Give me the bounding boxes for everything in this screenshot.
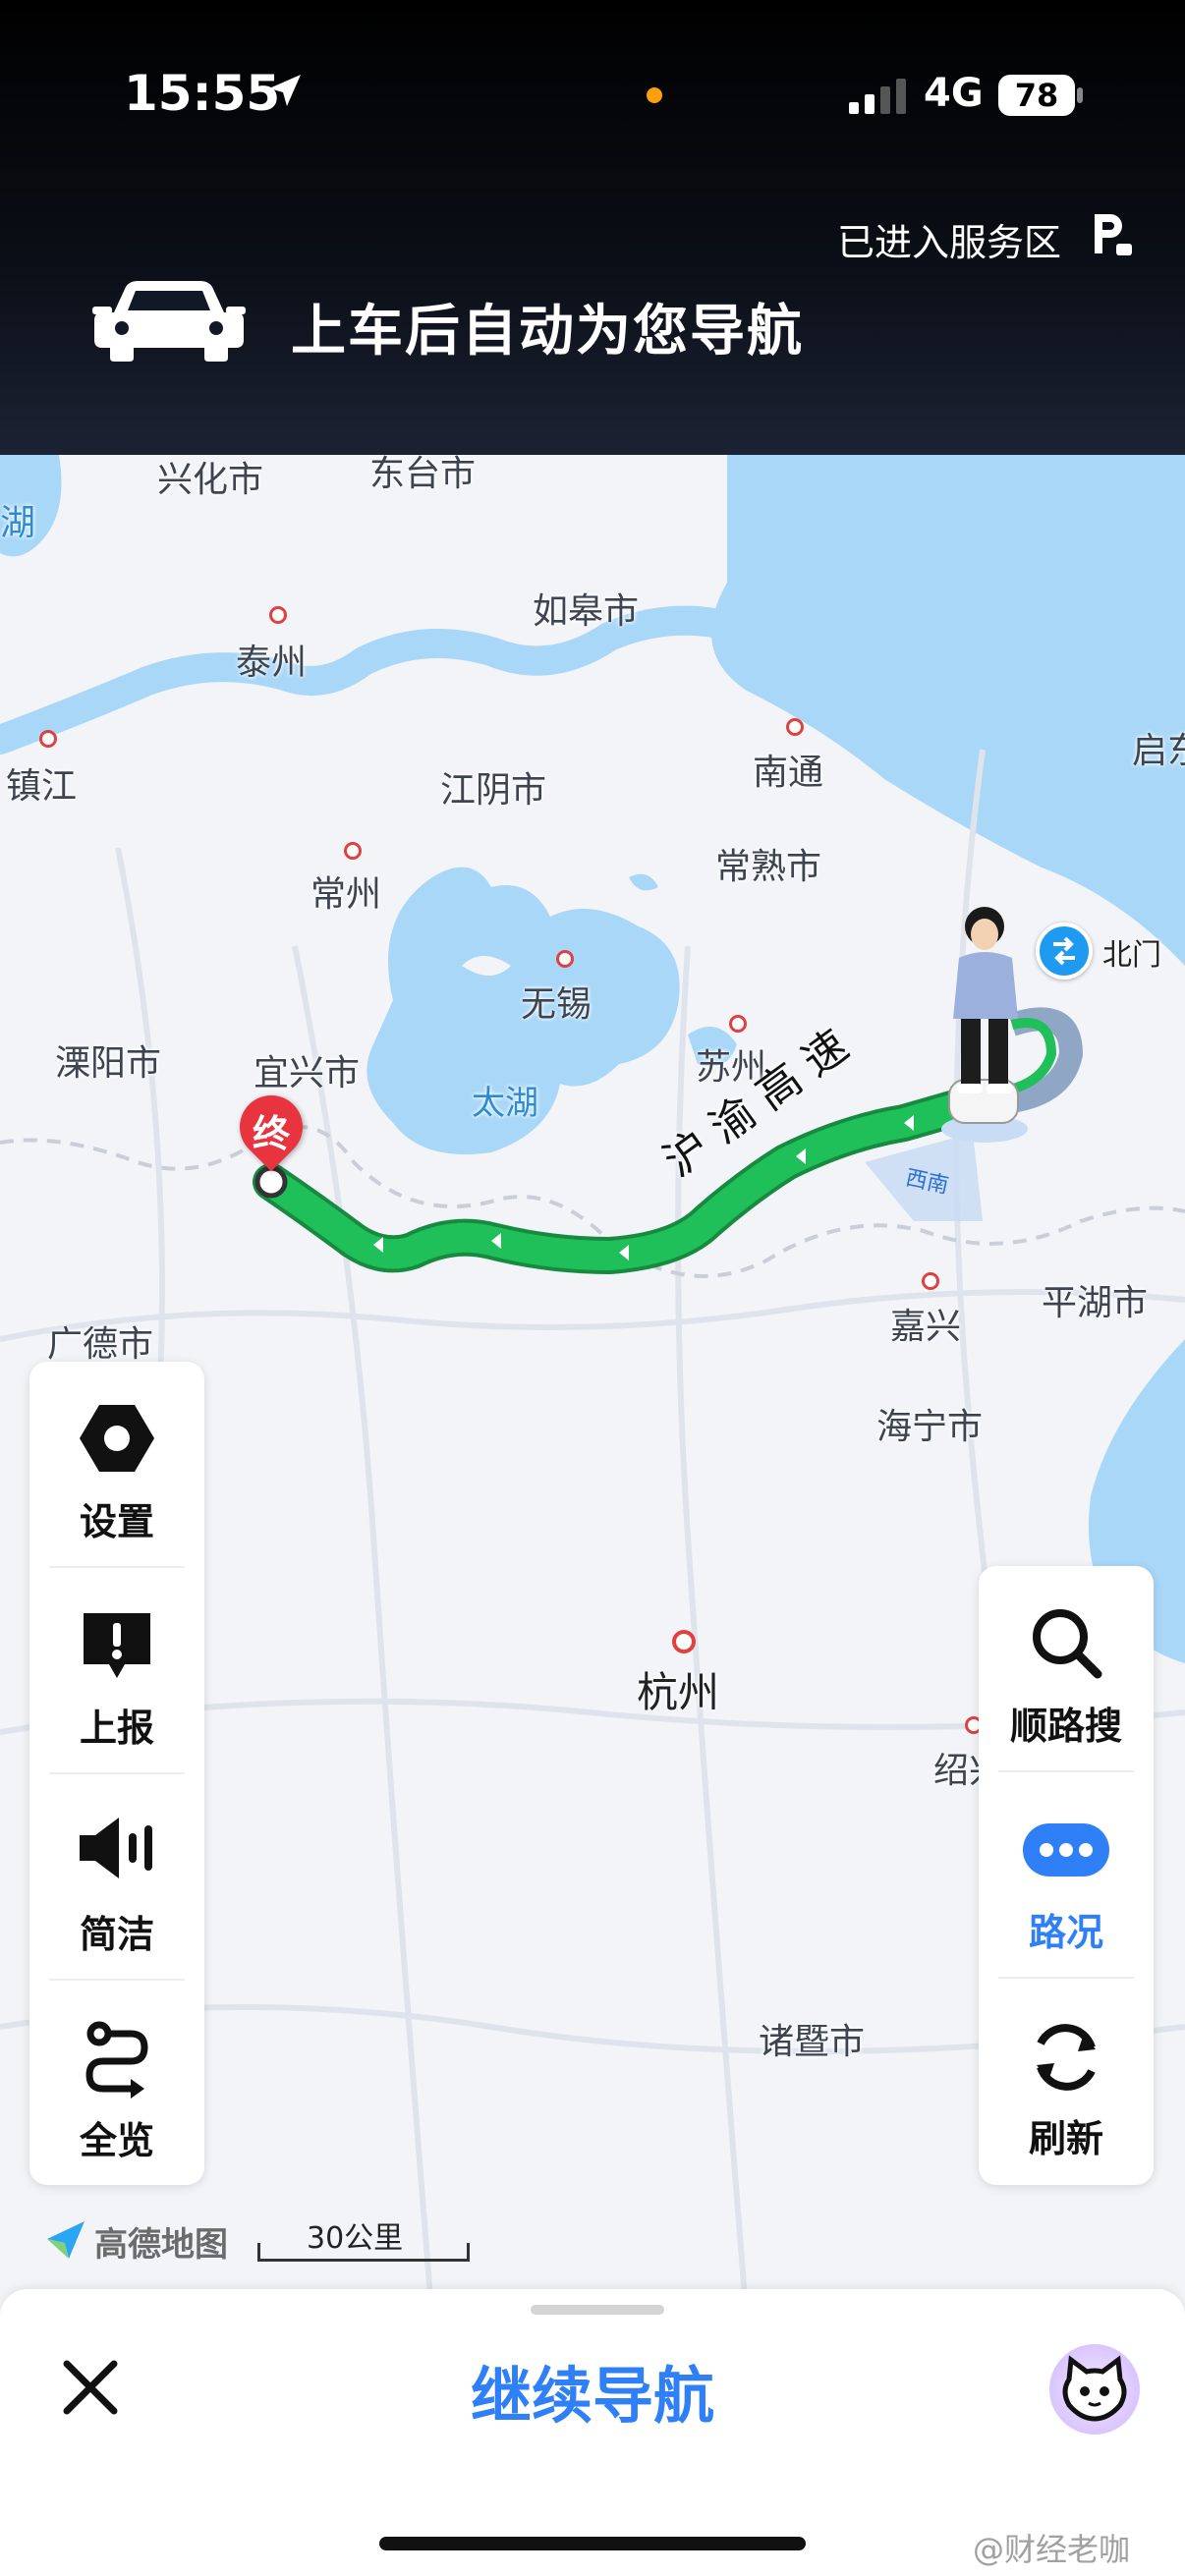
speaker-icon xyxy=(80,1818,152,1878)
parking-icon xyxy=(1095,214,1132,255)
lake-label: 太湖 xyxy=(472,1084,538,1123)
refresh-label: 刷新 xyxy=(1028,2117,1103,2160)
battery-tip xyxy=(1077,87,1083,103)
service-area-text: 已进入服务区 xyxy=(837,221,1062,264)
status-time: 15:55 xyxy=(124,65,281,122)
city-label: 兴化市 xyxy=(157,460,264,500)
report-icon xyxy=(84,1613,150,1678)
overview-route-icon xyxy=(85,2021,148,2099)
city-label: 南通 xyxy=(753,753,824,793)
city-label: 平湖市 xyxy=(1042,1283,1149,1323)
city-label: 启东 xyxy=(1132,731,1185,771)
privacy-indicator xyxy=(647,87,662,103)
report-button[interactable]: 上报 xyxy=(29,1568,204,1774)
location-arrow-icon xyxy=(269,75,301,106)
map-scale-label: 30公里 xyxy=(307,2221,404,2256)
settings-icon xyxy=(80,1405,154,1472)
city-label: 江阴市 xyxy=(440,770,547,811)
city-dot xyxy=(729,1015,747,1033)
right-tool-panel: 顺路搜 路况 刷新 xyxy=(979,1566,1154,2185)
along-route-search-label: 顺路搜 xyxy=(1009,1705,1122,1748)
amap-logo-icon xyxy=(47,2221,85,2259)
city-label: 海宁市 xyxy=(876,1407,984,1447)
poi-label: 北门 xyxy=(1102,938,1161,973)
city-label: 广德市 xyxy=(47,1324,154,1365)
destination-marker-label: 终 xyxy=(252,1112,290,1155)
cat-assistant-icon xyxy=(1062,2355,1127,2422)
cellular-signal-icon xyxy=(849,79,906,114)
refresh-icon xyxy=(1037,2024,1096,2091)
city-label: 嘉兴 xyxy=(890,1307,962,1347)
city-label: 宜兴市 xyxy=(254,1053,361,1093)
traffic-label: 路况 xyxy=(1028,1911,1103,1954)
settings-label: 设置 xyxy=(79,1500,154,1543)
city-dot xyxy=(556,950,574,968)
city-dot xyxy=(786,718,804,736)
navigation-header: 15:55 4G 78 已进入服务区 上车后自动为您导航 xyxy=(0,0,1185,455)
overview-button[interactable]: 全览 xyxy=(29,1981,204,2187)
city-label: 常熟市 xyxy=(715,847,822,887)
watermark-text: @财经老咖 xyxy=(973,2531,1131,2568)
entrance-icon xyxy=(1053,936,1075,966)
settings-button[interactable]: 设置 xyxy=(29,1362,204,1568)
lake-label: 湖 xyxy=(0,503,36,543)
driver-avatar-icon[interactable] xyxy=(933,903,1042,1148)
city-label: 溧阳市 xyxy=(55,1043,162,1084)
traffic-button[interactable]: 路况 xyxy=(979,1772,1154,1979)
map-logo-text: 高德地图 xyxy=(94,2225,228,2265)
sheet-grabber[interactable] xyxy=(531,2305,664,2315)
city-dot xyxy=(344,842,362,860)
navigation-banner-text: 上车后自动为您导航 xyxy=(291,300,804,364)
report-label: 上报 xyxy=(79,1707,154,1750)
overview-label: 全览 xyxy=(79,2119,154,2162)
city-label: 诸暨市 xyxy=(759,2022,866,2062)
city-label: 无锡 xyxy=(521,984,592,1025)
city-dot xyxy=(269,606,287,624)
city-label: 常州 xyxy=(310,874,382,915)
traffic-icon xyxy=(1023,1823,1109,1876)
concise-mode-button[interactable]: 简洁 xyxy=(29,1774,204,1981)
home-indicator[interactable] xyxy=(379,2537,806,2550)
city-label: 如皋市 xyxy=(533,591,640,632)
along-route-search-button[interactable]: 顺路搜 xyxy=(979,1566,1154,1772)
continue-navigation-button[interactable]: 继续导航 xyxy=(0,2346,1185,2435)
car-icon xyxy=(92,281,246,362)
left-tool-panel: 设置 上报 简洁 全览 xyxy=(29,1362,204,2185)
network-type: 4G xyxy=(924,71,984,116)
city-label: 杭州 xyxy=(637,1668,720,1716)
battery-level: 78 xyxy=(998,75,1075,116)
city-label: 东台市 xyxy=(369,455,477,494)
refresh-button[interactable]: 刷新 xyxy=(979,1979,1154,2185)
search-icon xyxy=(1033,1609,1102,1679)
voice-assistant-button[interactable] xyxy=(1049,2344,1140,2435)
city-label: 泰州 xyxy=(236,643,308,683)
city-dot xyxy=(39,730,57,748)
concise-label: 简洁 xyxy=(79,1913,154,1956)
city-dot xyxy=(672,1630,696,1653)
city-dot xyxy=(922,1272,939,1290)
city-label: 镇江 xyxy=(6,766,78,807)
